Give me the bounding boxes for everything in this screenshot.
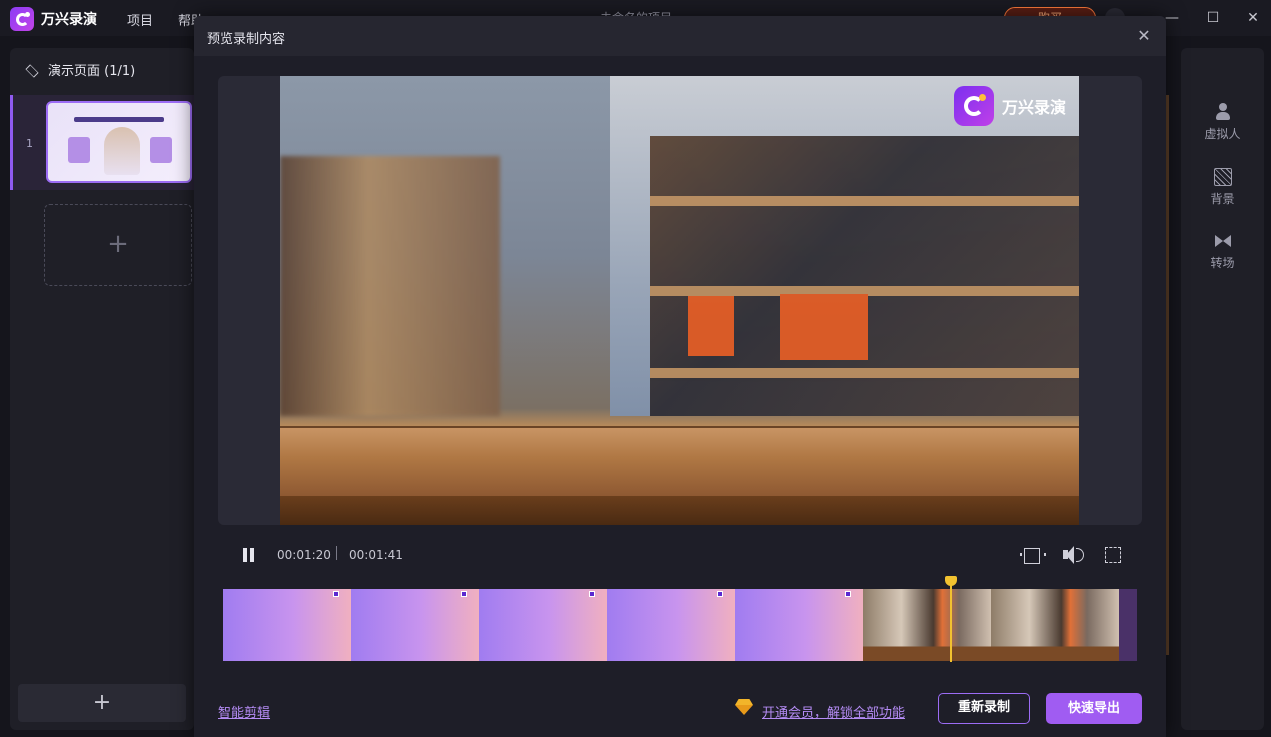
- tools-panel: 虚拟人 背景 转场: [1181, 48, 1264, 730]
- orange-box: [780, 294, 868, 360]
- add-slide-placeholder[interactable]: +: [44, 204, 192, 286]
- playhead-handle[interactable]: [945, 576, 957, 586]
- watermark-logo-icon: [954, 86, 994, 126]
- close-icon[interactable]: ✕: [1134, 26, 1154, 46]
- timeline-frame: [607, 589, 735, 661]
- timeline-end-handle[interactable]: [1119, 589, 1137, 661]
- quick-export-button[interactable]: 快速导出: [1046, 693, 1142, 724]
- crop-icon[interactable]: [1020, 544, 1046, 566]
- slides-panel-header: 演示页面 (1/1): [24, 60, 135, 79]
- video-frame: 万兴录演: [280, 76, 1079, 525]
- dialog-header: 预览录制内容 ✕: [194, 16, 1166, 56]
- orange-box: [688, 296, 734, 356]
- frame-logo-icon: [589, 591, 595, 597]
- timeline-frame: [735, 589, 863, 661]
- current-time: 00:01:20: [277, 548, 331, 562]
- watermark-text: 万兴录演: [1002, 98, 1067, 117]
- right-bookshelf: [650, 136, 1079, 416]
- tool-transition-label: 转场: [1210, 256, 1235, 270]
- video-watermark: 万兴录演: [954, 86, 1066, 126]
- thumbnail-presenter: [104, 127, 140, 175]
- timeline-frame: [863, 589, 991, 661]
- app-logo-icon: [10, 7, 34, 31]
- slide-item-1[interactable]: 1: [10, 95, 194, 190]
- close-window-button[interactable]: ✕: [1241, 6, 1265, 30]
- frame-logo-icon: [333, 591, 339, 597]
- wooden-table: [280, 428, 1079, 525]
- frame-logo-icon: [461, 591, 467, 597]
- tool-avatar-label: 虚拟人: [1204, 127, 1241, 141]
- left-bookshelf: [280, 156, 500, 416]
- slide-number: 1: [26, 137, 33, 150]
- canvas-edge: [1166, 95, 1169, 655]
- thumbnail-card-left: [68, 137, 90, 163]
- slides-panel: 演示页面 (1/1) 1 + +: [10, 48, 194, 730]
- video-preview[interactable]: 万兴录演: [218, 76, 1142, 525]
- add-slide-button[interactable]: +: [18, 684, 186, 722]
- thumbnail-card-right: [150, 137, 172, 163]
- fullscreen-icon[interactable]: [1102, 544, 1124, 566]
- pause-icon[interactable]: [242, 548, 256, 562]
- rerecord-button[interactable]: 重新录制: [938, 693, 1030, 724]
- avatar-icon: [1214, 103, 1232, 121]
- maximize-button[interactable]: ☐: [1201, 6, 1225, 30]
- timeline-frame: [223, 589, 351, 661]
- frame-logo-icon: [845, 591, 851, 597]
- menu-project[interactable]: 项目: [127, 10, 153, 29]
- slides-panel-title: 演示页面 (1/1): [48, 64, 136, 79]
- timeline-frame: [351, 589, 479, 661]
- thumbnail-title-line: [74, 117, 164, 122]
- diamond-icon: [735, 699, 753, 715]
- shelf-plank: [650, 196, 1079, 206]
- frame-logo-icon: [717, 591, 723, 597]
- tool-avatar[interactable]: 虚拟人: [1181, 103, 1264, 142]
- tool-background[interactable]: 背景: [1181, 168, 1264, 207]
- timeline-frame: [479, 589, 607, 661]
- timeline-frame: [991, 589, 1119, 661]
- tool-transition[interactable]: 转场: [1181, 232, 1264, 271]
- shelf-plank: [650, 368, 1079, 378]
- app-name: 万兴录演: [41, 12, 97, 28]
- tool-background-label: 背景: [1210, 192, 1235, 206]
- transition-icon: [1214, 232, 1232, 250]
- background-icon: [1213, 168, 1232, 186]
- layers-icon: [24, 62, 40, 78]
- time-divider: [336, 546, 337, 560]
- preview-dialog: 预览录制内容 ✕ 万兴录演 00:01:20 00:01:41 智能剪辑 开通会…: [194, 16, 1166, 737]
- smart-edit-link[interactable]: 智能剪辑: [218, 702, 270, 721]
- dialog-title: 预览录制内容: [207, 32, 286, 47]
- vip-upgrade-link[interactable]: 开通会员，解锁全部功能: [762, 702, 905, 721]
- total-time: 00:01:41: [349, 548, 403, 562]
- timeline-track[interactable]: [223, 589, 1137, 661]
- player-controls: 00:01:20 00:01:41: [218, 536, 1142, 574]
- slide-thumbnail[interactable]: [46, 101, 192, 183]
- playhead-line[interactable]: [950, 576, 952, 662]
